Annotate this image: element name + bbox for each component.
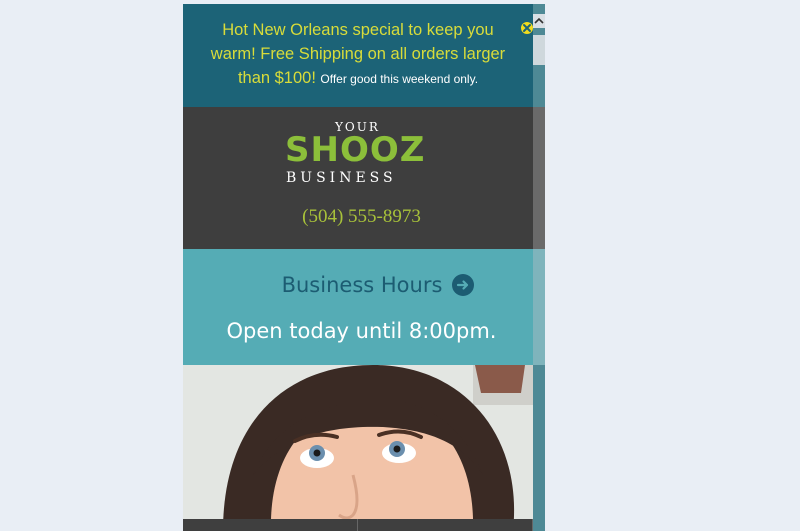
- close-icon: [523, 24, 531, 32]
- promo-small-text: Offer good this weekend only.: [320, 72, 479, 86]
- open-status-text: Open today until 8:00pm.: [226, 319, 497, 343]
- business-hours-link[interactable]: Business Hours: [183, 273, 533, 297]
- logo-shooz: SHOOZ: [285, 130, 426, 170]
- arrow-right-circle-icon: [452, 274, 475, 296]
- hero-image: [183, 365, 545, 531]
- scrollbar-track-lower-2[interactable]: [533, 249, 545, 365]
- site-header: YOUR SHOOZ BUSINESS (504) 555-8973: [183, 107, 533, 249]
- business-hours-section: Business Hours Open today until 8:00pm.: [183, 249, 533, 365]
- woman-looking-up-photo: [183, 365, 545, 531]
- logo-business: BUSINESS: [286, 170, 397, 186]
- scrollbar-thumb[interactable]: [533, 35, 545, 65]
- mobile-viewport: Hot New Orleans special to keep you warm…: [183, 4, 545, 531]
- bottom-nav-bar: [183, 519, 533, 531]
- bottom-nav-item[interactable]: [358, 519, 533, 531]
- logo[interactable]: YOUR SHOOZ BUSINESS: [285, 120, 424, 190]
- bottom-nav-item[interactable]: [183, 519, 358, 531]
- chevron-up-icon: [534, 17, 544, 24]
- scrollbar-up-button[interactable]: [533, 14, 545, 28]
- business-hours-label: Business Hours: [281, 273, 443, 297]
- phone-number-link[interactable]: (504) 555-8973: [183, 206, 540, 228]
- promo-banner: Hot New Orleans special to keep you warm…: [183, 4, 533, 107]
- scrollbar-track-lower[interactable]: [533, 107, 545, 249]
